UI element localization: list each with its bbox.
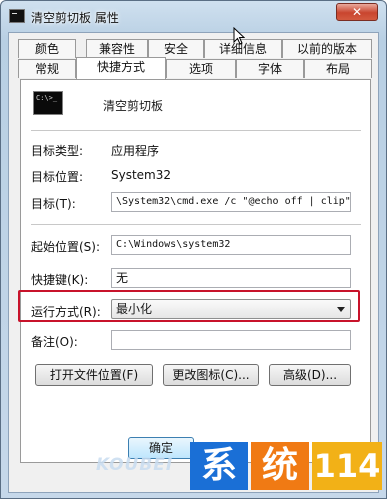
open-file-location-button[interactable]: 打开文件位置(F) [35,364,153,386]
target-input[interactable]: \System32\cmd.exe /c "@echo off | clip" [111,192,351,212]
mouse-pointer-icon [233,27,245,45]
tab-colors[interactable]: 颜色 [18,39,76,58]
comment-input[interactable] [111,330,351,350]
target-type-label: 目标类型: [31,144,84,158]
tab-layout[interactable]: 布局 [304,59,372,78]
console-icon [9,9,25,23]
tab-general[interactable]: 常规 [18,59,76,78]
window-title: 清空剪切板 属性 [31,11,119,25]
target-location-value: System32 [111,168,172,182]
tab-compatibility[interactable]: 兼容性 [86,39,148,58]
close-button[interactable]: ✕ [336,3,378,21]
comment-label: 备注(O): [31,335,78,349]
tab-shortcut[interactable]: 快捷方式 [76,57,166,79]
console-icon [33,91,63,115]
shortcut-name: 清空剪切板 [103,99,164,113]
run-mode-highlight [18,290,360,322]
watermark-char-3: 114 [312,442,382,490]
tab-security[interactable]: 安全 [148,39,204,58]
tab-options[interactable]: 选项 [166,59,236,78]
tab-font[interactable]: 字体 [236,59,304,78]
shortcut-key-input[interactable]: 无 [111,268,351,288]
start-in-label: 起始位置(S): [31,240,101,254]
change-icon-button[interactable]: 更改图标(C)... [163,364,259,386]
dialog-client-area: 颜色 兼容性 安全 详细信息 以前的版本 常规 快捷方式 选项 字体 布局 清空… [8,32,379,493]
target-type-value: 应用程序 [111,144,160,158]
divider [31,130,361,131]
properties-window: 清空剪切板 属性 ✕ 颜色 兼容性 安全 详细信息 以前的版本 常规 快捷方式 … [0,0,387,499]
watermark-char-1: 系 [190,442,248,490]
tab-previous-versions[interactable]: 以前的版本 [282,39,372,58]
divider [31,224,361,225]
shortcut-key-label: 快捷键(K): [31,273,89,287]
watermark-text: KOUBEI [96,455,174,475]
start-in-input[interactable]: C:\Windows\system32 [111,235,351,255]
advanced-button[interactable]: 高级(D)... [269,364,351,386]
shortcut-panel: 清空剪切板 目标类型: 应用程序 目标位置: System32 目标(T): \… [20,79,371,463]
target-label: 目标(T): [31,197,76,211]
watermark-char-2: 统 [251,442,309,490]
title-bar[interactable]: 清空剪切板 属性 ✕ [1,1,386,33]
target-location-label: 目标位置: [31,170,84,184]
